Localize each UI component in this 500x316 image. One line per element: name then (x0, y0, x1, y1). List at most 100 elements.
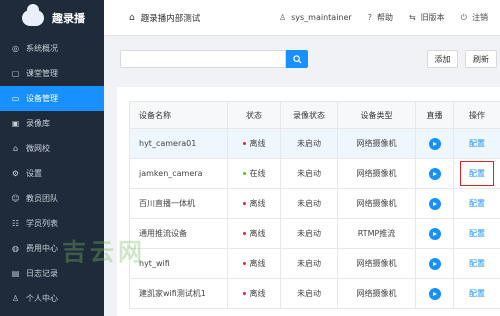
app-logo[interactable]: 趣录播 (0, 0, 104, 36)
school-icon: ⌂ (12, 143, 19, 153)
table-header-row: 设备名称 状态 录像状态 设备类型 直播 操作 (129, 101, 500, 129)
status-text: 离线 (249, 229, 266, 238)
offline-dot-icon (242, 232, 246, 235)
record-status: 未启动 (280, 188, 338, 219)
sidebar-item-video-library[interactable]: ▣ 录像库 (0, 111, 104, 136)
sidebar-nav: ◎ 系统概况 ▢ 课堂管理 ▭ 设备管理 ▣ 录像库 ⌂ 微网校 ⚙ 设置 ☺ … (0, 36, 104, 311)
device-type: 网络摄像机 (337, 278, 416, 309)
sidebar-item-settings[interactable]: ⚙ 设置 (0, 161, 104, 186)
action-cell: 配置 (453, 128, 500, 159)
team-icon: ☺ (11, 193, 20, 203)
logout-link[interactable]: ⏻ 注销 (461, 12, 488, 23)
config-link[interactable]: 配置 (469, 139, 485, 148)
sidebar-item-overview[interactable]: ◎ 系统概况 (0, 36, 104, 61)
sidebar-item-label: 日志记录 (26, 269, 58, 278)
dashboard-icon: ◎ (12, 43, 19, 53)
status-cell: 离线 (227, 188, 281, 219)
live-cell (415, 158, 454, 189)
config-link[interactable]: 配置 (469, 169, 485, 178)
device-type: 网络摄像机 (337, 248, 416, 279)
old-version-link[interactable]: ⇆ 旧版本 (409, 12, 445, 23)
status-cell: 离线 (227, 218, 281, 249)
play-icon[interactable] (428, 167, 441, 180)
students-icon: ☷ (11, 218, 20, 228)
table-row[interactable]: hyt_wifi 离线 未启动 网络摄像机 配置 (129, 248, 500, 279)
add-button[interactable]: 添加 (427, 50, 458, 68)
status-text: 在线 (249, 169, 266, 178)
user-menu[interactable]: ♙ sys_maintainer (279, 13, 352, 22)
cloud-logo-icon (22, 4, 44, 26)
live-cell (415, 248, 454, 279)
device-table: 设备名称 状态 录像状态 设备类型 直播 操作 hyt_camera01 离线 … (129, 101, 500, 309)
config-link[interactable]: 配置 (469, 229, 485, 238)
play-icon[interactable] (428, 257, 441, 270)
table-row[interactable]: 百川直播一体机 离线 未启动 网络摄像机 配置 (129, 188, 500, 219)
table-row[interactable]: jamken_camera 在线 未启动 网络摄像机 配置 (129, 158, 500, 189)
sidebar-item-label: 学员列表 (26, 219, 58, 228)
home-icon[interactable]: ⌂ (129, 13, 135, 23)
play-icon[interactable] (428, 137, 441, 150)
live-cell (415, 218, 454, 249)
device-type: 网络摄像机 (337, 188, 416, 219)
sidebar-item-team[interactable]: ☺ 教员团队 (0, 186, 104, 211)
search-icon (292, 54, 302, 64)
table-row[interactable]: hyt_camera01 离线 未启动 网络摄像机 配置 (129, 128, 500, 159)
status-text: 离线 (249, 289, 266, 298)
play-icon[interactable] (428, 227, 441, 240)
refresh-button[interactable]: 刷新 (465, 50, 497, 68)
play-icon[interactable] (428, 287, 441, 300)
config-link[interactable]: 配置 (469, 259, 485, 268)
column-header-type: 设备类型 (337, 101, 416, 129)
device-table-panel: 设备名称 状态 录像状态 设备类型 直播 操作 hyt_camera01 离线 … (117, 87, 500, 316)
column-header-action: 操作 (453, 101, 500, 129)
sidebar-item-school[interactable]: ⌂ 微网校 (0, 136, 104, 161)
classroom-icon: ▢ (11, 68, 20, 78)
device-name: 百川直播一体机 (129, 188, 228, 219)
online-dot-icon (242, 172, 246, 175)
action-cell: 配置 (453, 218, 500, 249)
device-type: 网络摄像机 (337, 128, 416, 159)
switch-icon: ⇆ (408, 13, 416, 22)
config-link[interactable]: 配置 (469, 199, 485, 208)
record-status: 未启动 (280, 128, 338, 159)
app-name: 趣录播 (52, 12, 85, 25)
log-icon: ▤ (11, 268, 20, 278)
user-icon: ♙ (11, 293, 20, 303)
device-name: jamken_camera (129, 158, 228, 189)
status-text: 离线 (249, 199, 266, 208)
column-header-live: 直播 (415, 101, 454, 129)
status-text: 离线 (249, 259, 266, 268)
offline-dot-icon (242, 142, 246, 145)
live-cell (415, 128, 454, 159)
device-icon: ▭ (11, 93, 20, 103)
status-cell: 离线 (227, 128, 281, 159)
offline-dot-icon (242, 262, 246, 265)
video-library-icon: ▣ (11, 118, 20, 128)
config-link[interactable]: 配置 (469, 289, 485, 298)
table-row[interactable]: 建凯家wifi测试机1 离线 未启动 网络摄像机 配置 (129, 278, 500, 309)
sidebar-item-profile[interactable]: ♙ 个人中心 (0, 286, 104, 311)
sidebar-item-classroom[interactable]: ▢ 课堂管理 (0, 61, 104, 86)
watermark: 吉云网 (62, 238, 146, 266)
help-label: 帮助 (376, 13, 393, 22)
sidebar-item-label: 设备管理 (26, 94, 58, 103)
help-link[interactable]: ? 帮助 (368, 12, 393, 23)
sidebar-item-devices[interactable]: ▭ 设备管理 (0, 86, 104, 111)
live-cell (415, 188, 454, 219)
username: sys_maintainer (291, 13, 352, 22)
sidebar-item-label: 教员团队 (26, 194, 58, 203)
column-header-status: 状态 (227, 101, 281, 129)
play-icon[interactable] (428, 197, 441, 210)
device-type: 网络摄像机 (337, 158, 416, 189)
help-icon: ? (367, 13, 372, 22)
settings-icon: ⚙ (11, 168, 20, 178)
sidebar: 趣录播 ◎ 系统概况 ▢ 课堂管理 ▭ 设备管理 ▣ 录像库 ⌂ 微网校 ⚙ 设… (0, 0, 104, 316)
live-cell (415, 278, 454, 309)
device-name: 建凯家wifi测试机1 (129, 278, 228, 309)
search-button[interactable] (286, 50, 308, 68)
column-header-name: 设备名称 (129, 101, 228, 129)
search-input[interactable] (120, 50, 286, 68)
column-header-record: 录像状态 (280, 101, 338, 129)
sidebar-item-label: 费用中心 (26, 244, 58, 253)
table-row[interactable]: 通用推流设备 离线 未启动 RTMP推流 配置 (129, 218, 500, 249)
